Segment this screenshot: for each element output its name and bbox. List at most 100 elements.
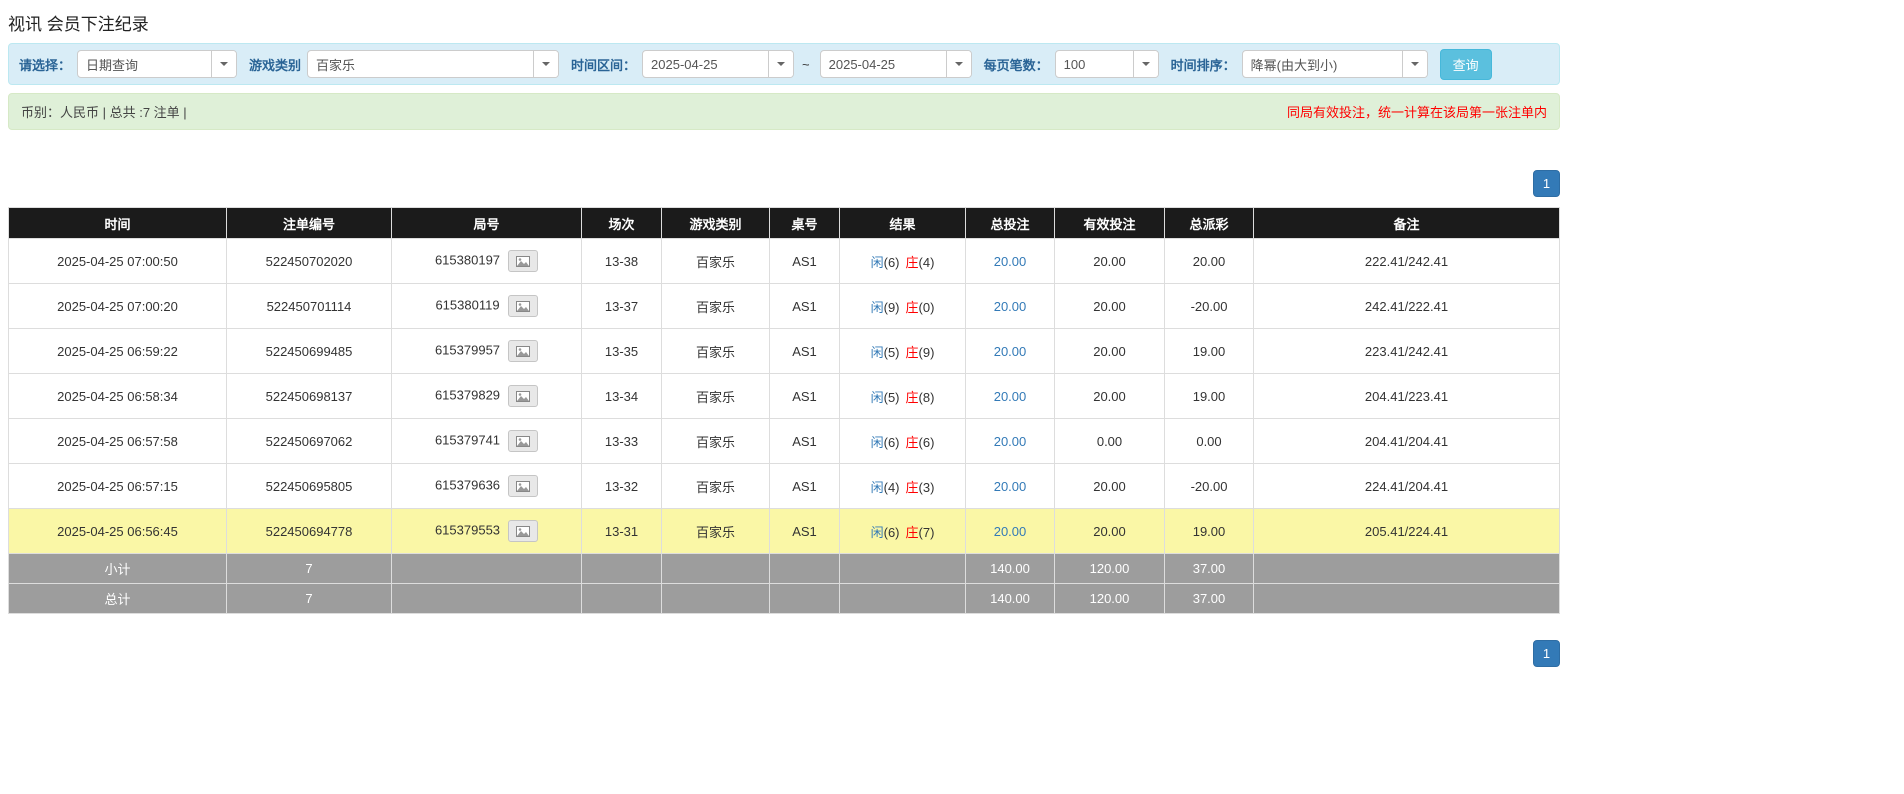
total-valid-bet: 120.00 (1054, 583, 1165, 614)
cell-time: 2025-04-25 06:57:15 (8, 463, 227, 509)
total-bet-link[interactable]: 20.00 (994, 434, 1027, 449)
page-button-1-top[interactable]: 1 (1533, 170, 1560, 197)
currency-summary-text: 币别：人民币 | 总共 :7 注单 | (21, 105, 187, 120)
table-row: 2025-04-25 06:57:58 522450697062 6153797… (8, 418, 1560, 464)
banker-score: (6) (918, 434, 935, 450)
valid-bet-warning-text: 同局有效投注，统一计算在该局第一张注单内 (1286, 105, 1547, 120)
date-to-value: 2025-04-25 (828, 56, 896, 72)
total-bet-link[interactable]: 20.00 (994, 344, 1027, 359)
round-image-button[interactable] (508, 385, 539, 407)
banker-result: 庄 (905, 254, 919, 270)
cell-result: 闲(5) 庄(8) (839, 373, 966, 419)
round-image-button[interactable] (508, 340, 539, 362)
round-number: 615379829 (434, 387, 501, 403)
player-result: 闲 (870, 344, 884, 360)
filter-label-per-page: 每页笔数： (983, 57, 1049, 73)
filter-bar: 请选择： 日期查询 游戏类别 百家乐 时间区间： 2025-04-25 ~ 20… (8, 43, 1560, 85)
total-bet-link[interactable]: 20.00 (994, 479, 1027, 494)
subtotal-payout: 37.00 (1164, 553, 1254, 584)
cell-game-type: 百家乐 (661, 508, 770, 554)
cell-game-type: 百家乐 (661, 328, 770, 374)
column-header-7: 总投注 (965, 207, 1055, 239)
game-type-select[interactable]: 百家乐 (307, 50, 560, 78)
cell-result: 闲(5) 庄(9) (839, 328, 966, 374)
cell-table-number: AS1 (769, 238, 840, 284)
cell-payout: 19.00 (1164, 508, 1254, 554)
round-number: 615380119 (435, 297, 500, 313)
round-image-button[interactable] (507, 295, 538, 317)
cell-result: 闲(6) 庄(6) (839, 418, 966, 464)
cell-note: 242.41/222.41 (1253, 283, 1560, 329)
date-mode-select[interactable]: 日期查询 (77, 50, 238, 78)
cell-bet-number: 522450695805 (226, 463, 392, 509)
chevron-down-icon (768, 51, 794, 77)
cell-game-type: 百家乐 (661, 418, 770, 464)
records-table: 时间 注单编号 局号 场次 游戏类别 桌号 结果 总投注 有效投注 总派彩 备注 2025-04-2… (8, 207, 1560, 614)
player-score: (5) (883, 344, 900, 360)
total-bet-link[interactable]: 20.00 (994, 299, 1027, 314)
cell-result: 闲(6) 庄(4) (839, 238, 966, 284)
sort-order-value: 降幂(由大到小) (1250, 57, 1338, 73)
search-button[interactable]: 查询 (1439, 48, 1492, 80)
table-row: 2025-04-25 06:59:22 522450699485 6153799… (8, 328, 1560, 374)
total-bet-link[interactable]: 20.00 (994, 254, 1027, 269)
table-row: 2025-04-25 06:58:34 522450698137 6153798… (8, 373, 1560, 419)
table-row: 2025-04-25 06:56:45 522450694778 6153795… (8, 508, 1560, 554)
chevron-down-icon (211, 51, 237, 77)
banker-result: 庄 (905, 479, 919, 495)
total-bet-link[interactable]: 20.00 (994, 389, 1027, 404)
cell-round-number: 615379636 (391, 463, 582, 509)
picture-icon (516, 390, 531, 402)
player-result: 闲 (870, 389, 884, 405)
player-score: (9) (883, 299, 900, 315)
cell-session: 13-37 (581, 283, 662, 329)
round-image-button[interactable] (508, 250, 539, 272)
filter-label-select: 请选择： (19, 57, 72, 73)
chevron-down-icon (1132, 51, 1158, 77)
table-row: 2025-04-25 06:57:15 522450695805 6153796… (8, 463, 1560, 509)
cell-table-number: AS1 (769, 328, 840, 374)
cell-note: 222.41/242.41 (1253, 238, 1560, 284)
date-from-select[interactable]: 2025-04-25 (642, 50, 795, 78)
cell-table-number: AS1 (769, 283, 840, 329)
cell-note: 205.41/224.41 (1253, 508, 1560, 554)
cell-note: 204.41/223.41 (1253, 373, 1560, 419)
subtotal-valid-bet: 120.00 (1054, 553, 1165, 584)
cell-session: 13-32 (581, 463, 662, 509)
cell-round-number: 615379553 (391, 508, 582, 554)
banker-score: (8) (918, 389, 935, 405)
cell-table-number: AS1 (769, 418, 840, 464)
player-score: (5) (883, 389, 900, 405)
date-mode-value: 日期查询 (86, 57, 139, 73)
per-page-select[interactable]: 100 (1054, 50, 1159, 78)
banker-result: 庄 (905, 344, 919, 360)
picture-icon (516, 255, 531, 267)
cell-valid-bet: 20.00 (1054, 463, 1165, 509)
cell-round-number: 615380119 (391, 283, 582, 329)
cell-result: 闲(6) 庄(7) (839, 508, 966, 554)
column-header-3: 场次 (581, 207, 662, 239)
game-type-value: 百家乐 (316, 57, 356, 73)
banker-result: 庄 (905, 524, 919, 540)
cell-bet-number: 522450694778 (226, 508, 392, 554)
cell-bet-number: 522450701114 (226, 283, 392, 329)
sort-order-select[interactable]: 降幂(由大到小) (1241, 50, 1428, 78)
round-image-button[interactable] (508, 520, 539, 542)
page-button-1-bottom[interactable]: 1 (1533, 640, 1560, 667)
round-image-button[interactable] (508, 475, 539, 497)
cell-time: 2025-04-25 07:00:20 (8, 283, 227, 329)
cell-game-type: 百家乐 (661, 238, 770, 284)
date-to-select[interactable]: 2025-04-25 (819, 50, 972, 78)
column-header-4: 游戏类别 (661, 207, 770, 239)
cell-valid-bet: 20.00 (1054, 283, 1165, 329)
total-bet-link[interactable]: 20.00 (994, 524, 1027, 539)
banker-score: (4) (918, 254, 935, 270)
cell-valid-bet: 20.00 (1054, 508, 1165, 554)
table-row: 2025-04-25 07:00:20 522450701114 6153801… (8, 283, 1560, 329)
pagination-top: 1 (8, 170, 1560, 197)
total-total-bet: 140.00 (965, 583, 1055, 614)
cell-payout: 0.00 (1164, 418, 1254, 464)
round-image-button[interactable] (508, 430, 539, 452)
cell-payout: 19.00 (1164, 373, 1254, 419)
column-header-10: 备注 (1253, 207, 1560, 239)
